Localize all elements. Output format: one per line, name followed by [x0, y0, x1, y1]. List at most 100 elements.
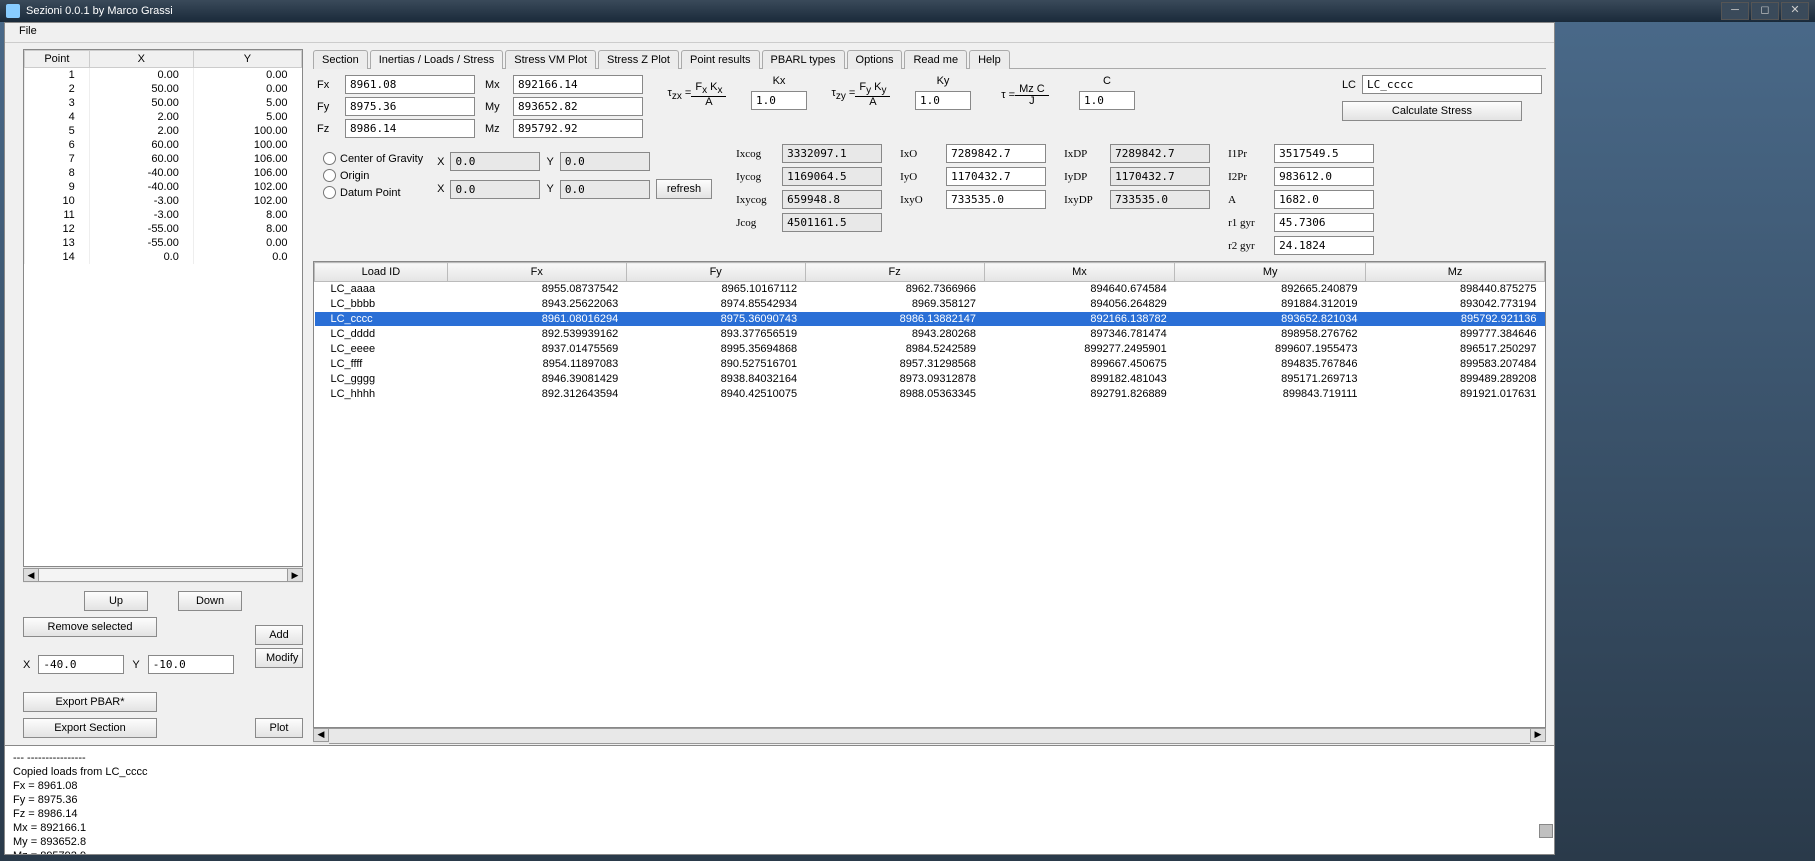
table-row[interactable]: 140.00.0 — [25, 250, 302, 264]
tab-options[interactable]: Options — [847, 50, 903, 69]
table-row[interactable]: 13-55.000.00 — [25, 236, 302, 250]
close-button[interactable]: ✕ — [1781, 2, 1809, 20]
menu-file[interactable]: File — [13, 23, 43, 39]
col-mx[interactable]: Mx — [984, 263, 1175, 282]
window-title: Sezioni 0.0.1 by Marco Grassi — [26, 5, 173, 17]
oy2 — [560, 180, 650, 199]
scroll-right-icon[interactable]: ▶ — [1530, 728, 1546, 742]
loads-table[interactable]: Load IDFxFyFzMxMyMz LC_aaaa8955.08737542… — [313, 261, 1546, 728]
console-scroll-thumb[interactable] — [1539, 824, 1553, 838]
scroll-left-icon[interactable]: ◀ — [313, 728, 329, 742]
fz-input[interactable] — [345, 119, 475, 138]
x-input[interactable] — [38, 655, 124, 674]
menu-bar: File — [5, 23, 1554, 43]
fx-input[interactable] — [345, 75, 475, 94]
scroll-right-icon[interactable]: ▶ — [287, 568, 303, 582]
tab-help[interactable]: Help — [969, 50, 1010, 69]
table-row[interactable]: 760.00106.00 — [25, 152, 302, 166]
maximize-button[interactable]: ◻ — [1751, 2, 1779, 20]
col-my[interactable]: My — [1175, 263, 1366, 282]
mz-input[interactable] — [513, 119, 643, 138]
table-row[interactable]: 8-40.00106.00 — [25, 166, 302, 180]
main-window: File Point X Y 10.000.00250.000.00350.00… — [4, 22, 1555, 751]
radio-origin[interactable]: Origin — [323, 169, 423, 182]
tab-section[interactable]: Section — [313, 50, 368, 69]
mx-input[interactable] — [513, 75, 643, 94]
app-icon — [6, 4, 20, 18]
col-y[interactable]: Y — [193, 51, 301, 68]
table-row[interactable]: 660.00100.00 — [25, 138, 302, 152]
y-label: Y — [132, 659, 139, 671]
calculate-stress-button[interactable]: Calculate Stress — [1342, 101, 1522, 121]
y-input[interactable] — [148, 655, 234, 674]
oy1 — [560, 152, 650, 171]
tau-zy-formula: τzy = Fy KyA — [817, 75, 905, 115]
add-button[interactable]: Add — [255, 625, 303, 645]
points-hscroll[interactable]: ◀ ▶ — [23, 567, 303, 583]
radio-cog[interactable]: Center of Gravity — [323, 152, 423, 165]
c-input[interactable] — [1079, 91, 1135, 110]
table-row[interactable]: 52.00100.00 — [25, 124, 302, 138]
export-pbar-button[interactable]: Export PBAR* — [23, 692, 157, 712]
title-bar: Sezioni 0.0.1 by Marco Grassi ─ ◻ ✕ — [0, 0, 1815, 22]
table-row[interactable]: LC_aaaa8955.087375428965.101671128962.73… — [315, 282, 1545, 297]
right-panel: SectionInertias / Loads / StressStress V… — [309, 43, 1554, 750]
table-row[interactable]: 350.005.00 — [25, 96, 302, 110]
table-row[interactable]: 12-55.008.00 — [25, 222, 302, 236]
tab-pbarl-types[interactable]: PBARL types — [762, 50, 845, 69]
table-row[interactable]: LC_dddd892.539939162893.3776565198943.28… — [315, 327, 1545, 342]
moments-grid: Mx My Mz — [485, 75, 643, 138]
table-row[interactable]: LC_bbbb8943.256220638974.855429348969.35… — [315, 297, 1545, 312]
table-row[interactable]: LC_ffff8954.11897083890.5275167018957.31… — [315, 357, 1545, 372]
ox1 — [450, 152, 540, 171]
col-fz[interactable]: Fz — [805, 263, 984, 282]
table-row[interactable]: LC_cccc8961.080162948975.360907438986.13… — [315, 312, 1545, 327]
tab-inertias-loads-stress[interactable]: Inertias / Loads / Stress — [370, 50, 504, 69]
console-output[interactable]: --- ---------------- Copied loads from L… — [4, 745, 1555, 855]
up-button[interactable]: Up — [84, 591, 148, 611]
table-row[interactable]: LC_hhhh892.3126435948940.425100758988.05… — [315, 387, 1545, 402]
lc-input[interactable] — [1362, 75, 1542, 94]
plot-button[interactable]: Plot — [255, 718, 303, 738]
tab-point-results[interactable]: Point results — [681, 50, 760, 69]
points-table[interactable]: Point X Y 10.000.00250.000.00350.005.004… — [23, 49, 303, 567]
my-input[interactable] — [513, 97, 643, 116]
minimize-button[interactable]: ─ — [1721, 2, 1749, 20]
table-row[interactable]: 11-3.008.00 — [25, 208, 302, 222]
tab-bar: SectionInertias / Loads / StressStress V… — [313, 49, 1546, 69]
x-label: X — [23, 659, 30, 671]
col-point[interactable]: Point — [25, 51, 90, 68]
col-fy[interactable]: Fy — [626, 263, 805, 282]
col-mz[interactable]: Mz — [1366, 263, 1545, 282]
table-row[interactable]: 9-40.00102.00 — [25, 180, 302, 194]
col-load-id[interactable]: Load ID — [315, 263, 448, 282]
export-section-button[interactable]: Export Section — [23, 718, 157, 738]
scroll-left-icon[interactable]: ◀ — [23, 568, 39, 582]
table-row[interactable]: 42.005.00 — [25, 110, 302, 124]
tab-stress-z-plot[interactable]: Stress Z Plot — [598, 50, 679, 69]
table-row[interactable]: 250.000.00 — [25, 82, 302, 96]
points-panel: Point X Y 10.000.00250.000.00350.005.004… — [5, 43, 309, 750]
fy-input[interactable] — [345, 97, 475, 116]
refresh-button[interactable]: refresh — [656, 179, 712, 199]
tau-zx-formula: τzx = Fx KxA — [653, 75, 741, 115]
kx-input[interactable] — [751, 91, 807, 110]
down-button[interactable]: Down — [178, 591, 242, 611]
ky-input[interactable] — [915, 91, 971, 110]
table-row[interactable]: LC_eeee8937.014755698995.356948688984.52… — [315, 342, 1545, 357]
forces-grid: Fx Fy Fz — [317, 75, 475, 138]
loads-hscroll[interactable]: ◀ ▶ — [313, 728, 1546, 744]
tab-read-me[interactable]: Read me — [904, 50, 967, 69]
tab-stress-vm-plot[interactable]: Stress VM Plot — [505, 50, 596, 69]
col-fx[interactable]: Fx — [447, 263, 626, 282]
remove-selected-button[interactable]: Remove selected — [23, 617, 157, 637]
ox2 — [450, 180, 540, 199]
cog-inertia: Ixcog Iycog Ixycog Jcog — [736, 144, 882, 232]
table-row[interactable]: LC_gggg8946.390814298938.840321648973.09… — [315, 372, 1545, 387]
table-row[interactable]: 10.000.00 — [25, 68, 302, 83]
table-row[interactable]: 10-3.00102.00 — [25, 194, 302, 208]
radio-datum[interactable]: Datum Point — [323, 186, 423, 199]
tau-mz-formula: τ = Mz CJ — [981, 75, 1069, 115]
col-x[interactable]: X — [89, 51, 193, 68]
modify-button[interactable]: Modify — [255, 648, 303, 668]
